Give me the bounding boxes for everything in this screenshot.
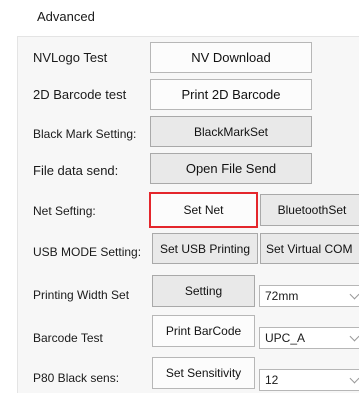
printing-width-select[interactable]: 72mm — [259, 285, 359, 307]
set-net-button[interactable]: Set Net — [149, 192, 258, 228]
print-2d-barcode-button[interactable]: Print 2D Barcode — [150, 79, 312, 110]
tab-title-advanced[interactable]: Advanced — [37, 9, 95, 24]
chevron-down-icon — [349, 331, 359, 342]
net-setting-label: Net Sefting: — [33, 204, 96, 218]
set-virtual-com-button[interactable]: Set Virtual COM — [260, 233, 359, 264]
usb-mode-label: USB MODE Setting: — [33, 245, 142, 259]
chevron-down-icon — [349, 289, 359, 300]
open-file-send-button[interactable]: Open File Send — [150, 153, 312, 184]
barcode-type-value: UPC_A — [265, 331, 306, 345]
barcode-test-label: Barcode Test — [33, 331, 103, 345]
chevron-down-icon — [349, 373, 359, 384]
nvlogo-label: NVLogo Test — [33, 50, 108, 65]
set-usb-printing-button[interactable]: Set USB Printing — [152, 233, 258, 264]
printing-width-label: Printing Width Set — [33, 288, 130, 302]
width-setting-button[interactable]: Setting — [152, 275, 255, 307]
black-mark-label: Black Mark Setting: — [33, 127, 137, 141]
bluetooth-set-button[interactable]: BluetoothSet — [260, 194, 359, 226]
barcode-2d-label: 2D Barcode test — [33, 87, 127, 102]
p80-black-sens-label: P80 Black sens: — [33, 371, 120, 385]
printing-width-value: 72mm — [265, 289, 299, 303]
nv-download-button[interactable]: NV Download — [150, 42, 312, 73]
print-barcode-button[interactable]: Print BarCode — [152, 315, 255, 347]
barcode-type-select[interactable]: UPC_A — [259, 327, 359, 349]
set-sensitivity-button[interactable]: Set Sensitivity — [152, 357, 255, 389]
black-mark-set-button[interactable]: BlackMarkSet — [150, 116, 312, 147]
sensitivity-select[interactable]: 12 — [259, 369, 359, 391]
file-data-send-label: File data send: — [33, 163, 119, 178]
sensitivity-value: 12 — [265, 373, 279, 387]
